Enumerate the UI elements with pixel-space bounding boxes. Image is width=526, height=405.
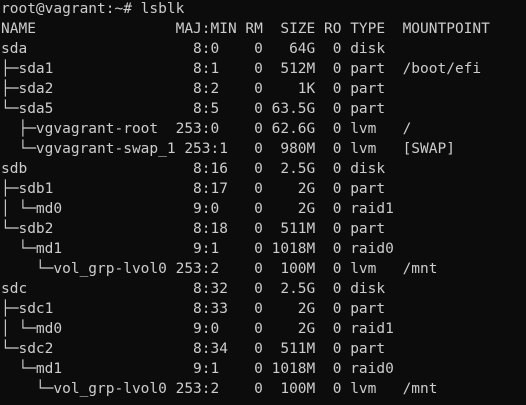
lsblk-row-sda1: ├─sda1 8:1 0 512M 0 part /boot/efi: [1, 61, 482, 77]
terminal-output: root@vagrant:~# lsblk NAME MAJ:MIN RM SI…: [1, 0, 526, 405]
lsblk-row-cut-off: [1, 399, 526, 405]
lsblk-row-sdb2-md1: └─md1 9:1 0 1018M 0 raid0: [1, 241, 394, 257]
lsblk-row-sda5: └─sda5 8:5 0 63.5G 0 part: [1, 101, 386, 117]
lsblk-row-sda2: ├─sda2 8:2 0 1K 0 part: [1, 81, 386, 97]
lsblk-header-row: NAME MAJ:MIN RM SIZE RO TYPE MOUNTPOINT: [1, 21, 490, 37]
lsblk-row-vgvagrant-root: ├─vgvagrant-root 253:0 0 62.6G 0 lvm /: [1, 121, 412, 137]
lsblk-row-sdb1: ├─sdb1 8:17 0 2G 0 part: [1, 181, 386, 197]
lsblk-row-sdb2: └─sdb2 8:18 0 511M 0 part: [1, 221, 386, 237]
lsblk-row-sdc2: └─sdc2 8:34 0 511M 0 part: [1, 341, 386, 357]
lsblk-row-sdc: sdc 8:32 0 2.5G 0 disk: [1, 281, 386, 297]
command-prompt-line: root@vagrant:~# lsblk: [1, 1, 185, 17]
lsblk-row-sda: sda 8:0 0 64G 0 disk: [1, 41, 386, 57]
lsblk-row-sdc1-md0: │ └─md0 9:0 0 2G 0 raid1: [1, 321, 394, 337]
lsblk-row-sdc1: ├─sdc1 8:33 0 2G 0 part: [1, 301, 386, 317]
lsblk-row-sdb1-md0: │ └─md0 9:0 0 2G 0 raid1: [1, 201, 394, 217]
lsblk-row-vgvagrant-swap: └─vgvagrant-swap_1 253:1 0 980M 0 lvm [S…: [1, 141, 455, 157]
lsblk-row-sdc2-md1: └─md1 9:1 0 1018M 0 raid0: [1, 361, 394, 377]
lsblk-row-sdb: sdb 8:16 0 2.5G 0 disk: [1, 161, 386, 177]
lsblk-row-sdb2-lvol0: └─vol_grp-lvol0 253:2 0 100M 0 lvm /mnt: [1, 261, 438, 277]
terminal-window[interactable]: root@vagrant:~# lsblk NAME MAJ:MIN RM SI…: [0, 0, 526, 405]
lsblk-row-sdc2-lvol0: └─vol_grp-lvol0 253:2 0 100M 0 lvm /mnt: [1, 381, 438, 397]
